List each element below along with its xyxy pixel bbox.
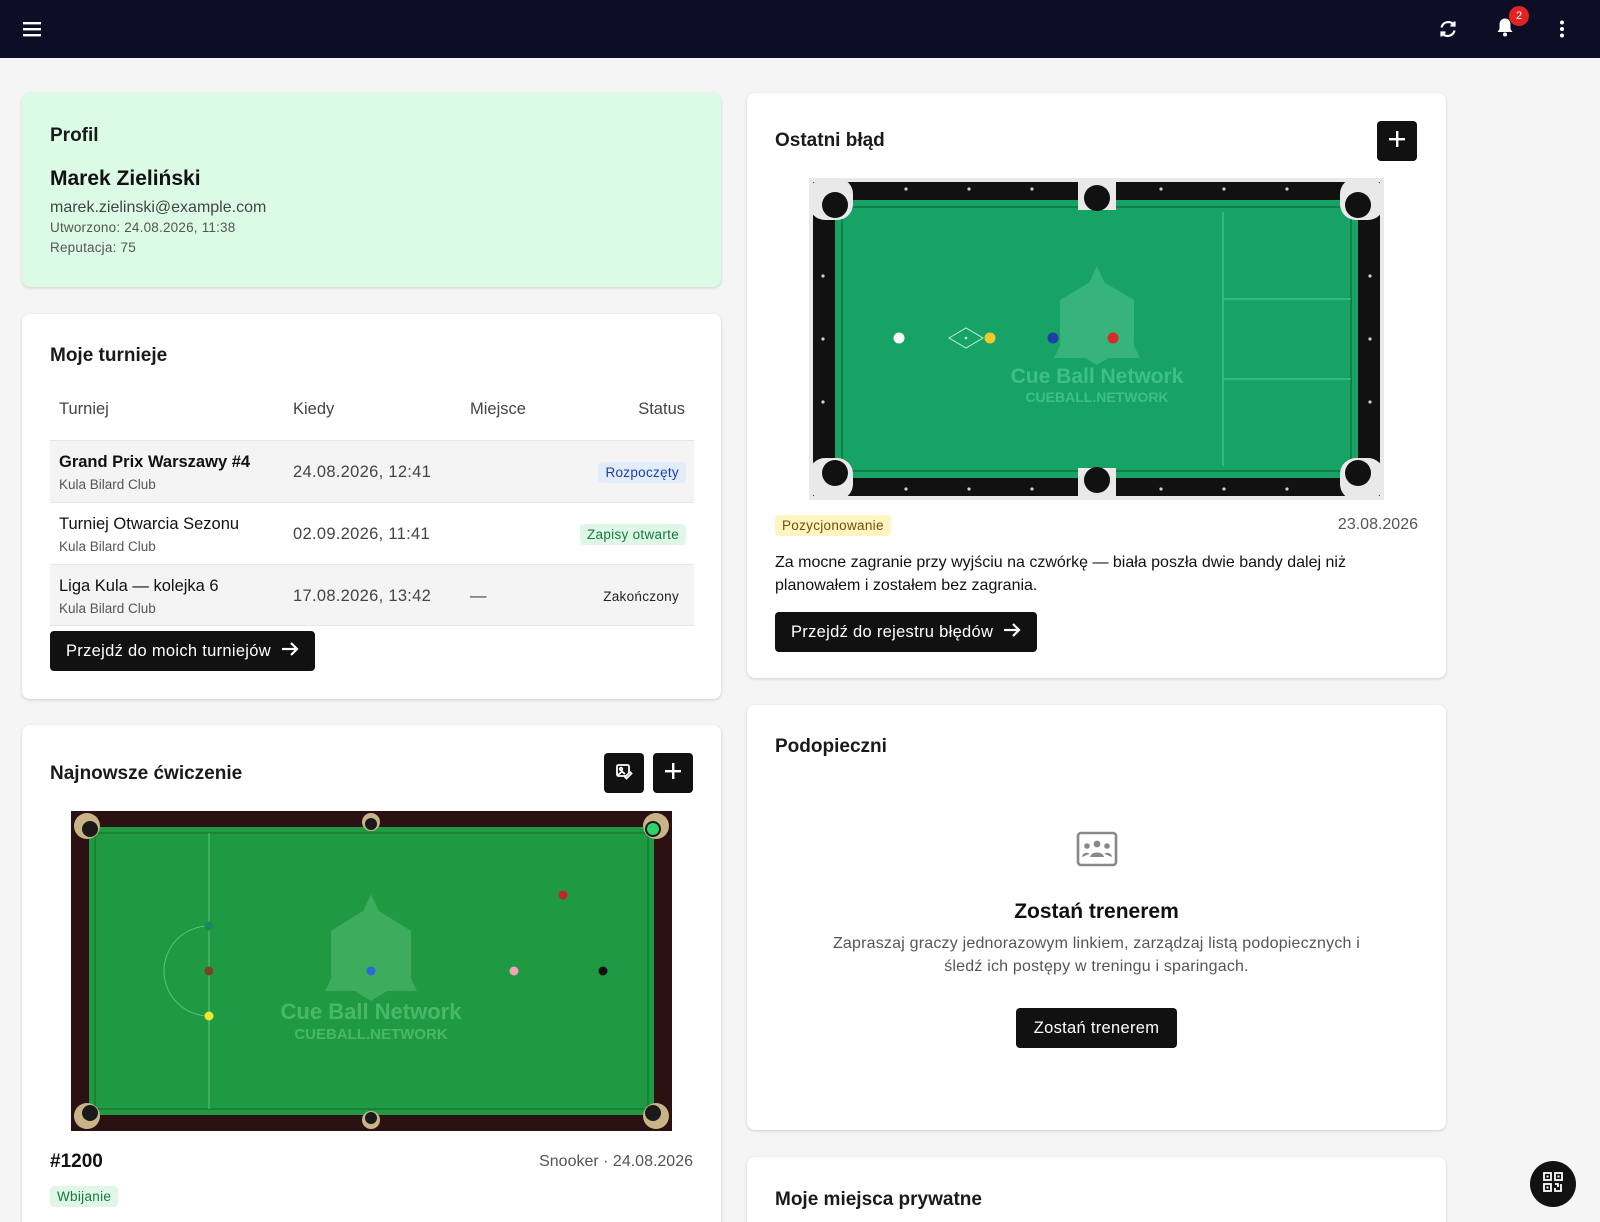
edit-drill-image-button[interactable] bbox=[604, 753, 644, 793]
column-header-place: Miejsce bbox=[470, 400, 526, 418]
top-app-bar: 2 bbox=[0, 0, 1600, 58]
drill-title: Najnowsze ćwiczenie bbox=[50, 763, 243, 784]
table-row[interactable]: Liga Kula — kolejka 6 Kula Bilard Club 1… bbox=[50, 564, 694, 626]
my-tournaments-card: Moje turnieje Turniej Kiedy Miejsce Stat… bbox=[22, 314, 721, 699]
profile-created: Utworzono: 24.08.2026, 11:38 bbox=[50, 220, 236, 235]
become-trainer-desc-line1: Zapraszaj graczy jednorazowym linkiem, z… bbox=[832, 935, 1361, 952]
tournament-date: 24.08.2026, 12:41 bbox=[293, 463, 432, 481]
column-header-status: Status bbox=[638, 400, 685, 418]
last-mistake-card: Ostatni błąd Cue Ball Network CUEBALL.NE… bbox=[747, 93, 1446, 678]
go-to-mistake-log-label: Przejdź do rejestru błędów bbox=[791, 622, 994, 641]
table-row[interactable]: Grand Prix Warszawy #4 Kula Bilard Club … bbox=[50, 440, 694, 502]
plus-icon bbox=[1389, 130, 1405, 152]
latest-drill-card: Najnowsze ćwiczenie Cue Ball Network CUE… bbox=[22, 725, 721, 1222]
group-card-icon bbox=[1076, 831, 1118, 872]
qr-code-icon bbox=[1542, 1171, 1564, 1198]
private-places-card: Moje miejsca prywatne bbox=[747, 1157, 1446, 1222]
private-places-title: Moje miejsca prywatne bbox=[775, 1189, 982, 1210]
pupils-title: Podopieczni bbox=[775, 736, 887, 757]
drill-number: #1200 bbox=[50, 1151, 103, 1172]
snooker-table-diagram: Cue Ball Network CUEBALL.NETWORK bbox=[71, 811, 672, 1131]
drill-meta: Snooker · 24.08.2026 bbox=[539, 1153, 693, 1170]
become-trainer-heading: Zostań trenerem bbox=[1014, 900, 1179, 923]
add-drill-button[interactable] bbox=[653, 753, 693, 793]
pool-table-diagram: Cue Ball Network CUEBALL.NETWORK bbox=[809, 178, 1384, 500]
go-to-mistake-log-button[interactable]: Przejdź do rejestru błędów bbox=[775, 612, 1038, 652]
tournament-name: Liga Kula — kolejka 6 bbox=[59, 577, 219, 595]
mistake-watermark-title: Cue Ball Network bbox=[1011, 365, 1184, 388]
status-badge: Zakończony bbox=[603, 589, 679, 604]
tournament-club: Kula Bilard Club bbox=[59, 539, 156, 554]
profile-name: Marek Zieliński bbox=[50, 167, 201, 190]
tournament-club: Kula Bilard Club bbox=[59, 477, 156, 492]
table-row[interactable]: Turniej Otwarcia Sezonu Kula Bilard Club… bbox=[50, 502, 694, 564]
notification-count-badge: 2 bbox=[1509, 6, 1529, 26]
drill-watermark-sub: CUEBALL.NETWORK bbox=[294, 1026, 447, 1043]
plus-icon bbox=[665, 762, 681, 784]
hamburger-icon[interactable] bbox=[17, 14, 47, 44]
tournament-date: 02.09.2026, 11:41 bbox=[293, 525, 430, 543]
image-edit-icon bbox=[615, 762, 633, 785]
tournament-name: Grand Prix Warszawy #4 bbox=[59, 453, 251, 471]
qr-code-button[interactable] bbox=[1530, 1161, 1576, 1207]
column-header-when: Kiedy bbox=[293, 400, 335, 418]
arrow-right-icon bbox=[1003, 622, 1021, 643]
drill-tag-badge: Wbijanie bbox=[50, 1186, 119, 1207]
mistake-tag-badge: Pozycjonowanie bbox=[775, 515, 891, 536]
drill-watermark-title: Cue Ball Network bbox=[281, 999, 463, 1024]
tournaments-title: Moje turnieje bbox=[50, 345, 168, 366]
mistake-watermark-sub: CUEBALL.NETWORK bbox=[1025, 389, 1168, 405]
tournament-place: — bbox=[470, 587, 487, 605]
profile-reputation: Reputacja: 75 bbox=[50, 240, 136, 255]
profile-card: Profil Marek Zieliński marek.zielinski@e… bbox=[22, 93, 721, 287]
refresh-icon[interactable] bbox=[1433, 14, 1463, 44]
become-trainer-desc-line2: śledź ich postępy w treningu i sparingac… bbox=[944, 958, 1249, 975]
column-header-tournament: Turniej bbox=[59, 400, 109, 418]
arrow-right-icon bbox=[281, 641, 299, 662]
mistake-description: Za mocne zagranie przy wyjściu na czwórk… bbox=[775, 554, 1346, 594]
tournament-name: Turniej Otwarcia Sezonu bbox=[59, 515, 240, 533]
tournament-date: 17.08.2026, 13:42 bbox=[293, 587, 432, 605]
mistake-title: Ostatni błąd bbox=[775, 130, 885, 151]
status-badge: Rozpoczęty bbox=[598, 462, 686, 483]
go-to-my-tournaments-label: Przejdź do moich turniejów bbox=[66, 641, 271, 660]
become-trainer-button[interactable]: Zostań trenerem bbox=[1016, 1008, 1177, 1048]
profile-title: Profil bbox=[50, 125, 99, 146]
status-badge: Zapisy otwarte bbox=[580, 524, 686, 545]
go-to-my-tournaments-button[interactable]: Przejdź do moich turniejów bbox=[50, 631, 315, 671]
add-mistake-button[interactable] bbox=[1377, 121, 1417, 161]
mistake-date: 23.08.2026 bbox=[1337, 516, 1418, 533]
more-vertical-icon[interactable] bbox=[1547, 14, 1577, 44]
profile-email: marek.zielinski@example.com bbox=[50, 199, 267, 216]
pupils-card: Podopieczni Zostań trenerem Zapraszaj gr… bbox=[747, 705, 1446, 1130]
notifications-button[interactable]: 2 bbox=[1490, 6, 1529, 44]
tournament-club: Kula Bilard Club bbox=[59, 601, 156, 616]
